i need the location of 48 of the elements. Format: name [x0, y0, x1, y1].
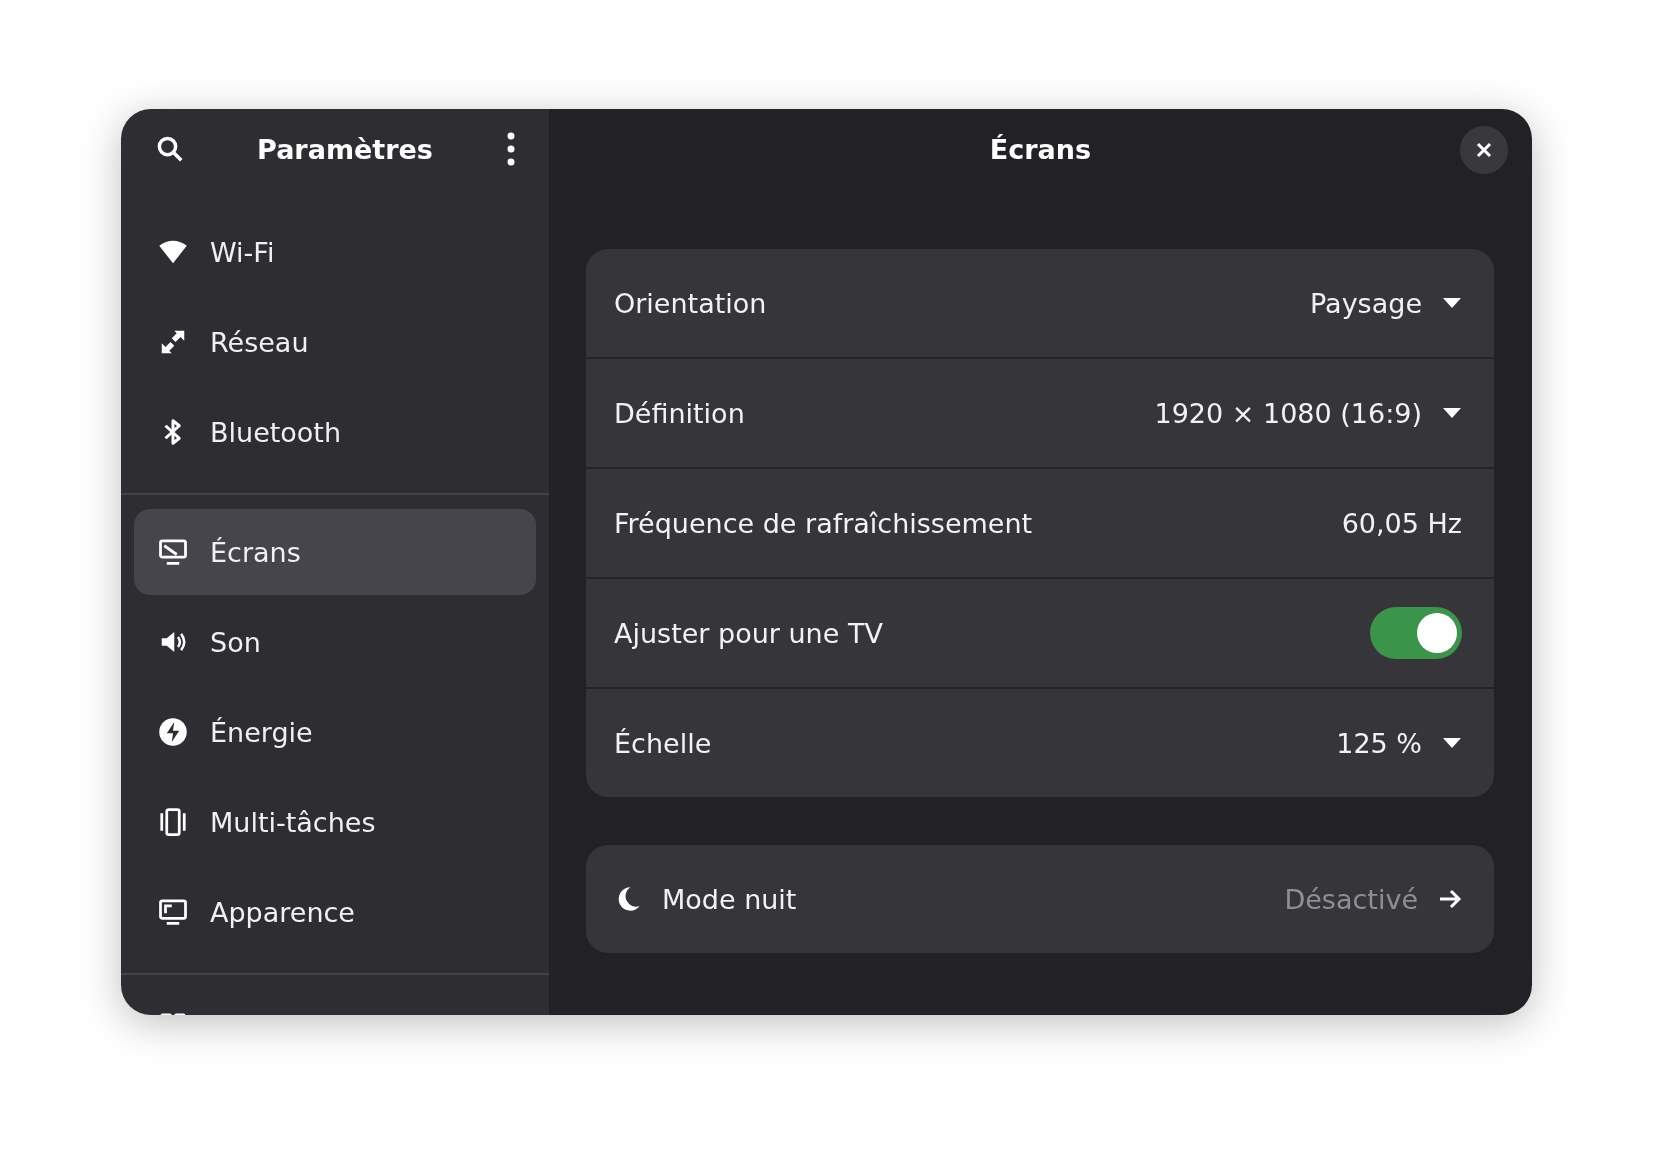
- caret-icon: [1442, 297, 1462, 309]
- sidebar-item[interactable]: Écrans: [134, 509, 536, 595]
- sidebar-item-label: Bluetooth: [210, 416, 342, 448]
- sidebar-item-label: Multi-tâches: [210, 806, 376, 838]
- monitor-icon: [158, 897, 188, 927]
- sidebar-item[interactable]: Wi-Fi: [134, 209, 536, 295]
- window-stack-icon: [158, 807, 188, 837]
- lightning-icon: [158, 717, 188, 747]
- settings-row[interactable]: Définition 1920 × 1080 (16:9): [586, 357, 1494, 467]
- caret-icon: [1442, 737, 1462, 749]
- settings-row[interactable]: Fréquence de rafraîchissement 60,05 Hz: [586, 467, 1494, 577]
- sidebar-item-label: Énergie: [210, 716, 313, 748]
- menu-icon: [505, 132, 517, 166]
- row-value: Paysage: [1310, 287, 1422, 319]
- sidebar-item-label: Écrans: [210, 536, 301, 568]
- row-value: 60,05 Hz: [1341, 507, 1462, 539]
- sidebar-item[interactable]: Énergie: [134, 689, 536, 775]
- settings-row[interactable]: Orientation Paysage: [586, 249, 1494, 357]
- close-icon: [1476, 142, 1492, 158]
- display-icon: [158, 537, 188, 567]
- row-label: Mode nuit: [662, 883, 798, 915]
- sidebar-item-label: Apparence: [210, 896, 355, 928]
- sidebar-item-label: Réseau: [210, 326, 309, 358]
- row-label: Orientation: [614, 287, 768, 319]
- row-value: 1920 × 1080 (16:9): [1154, 397, 1422, 429]
- settings-row[interactable]: Mode nuit Désactivé: [586, 845, 1494, 953]
- row-label: Ajuster pour une TV: [614, 617, 884, 649]
- row-label: Définition: [614, 397, 746, 429]
- settings-row[interactable]: Échelle 125 %: [586, 687, 1494, 797]
- toggle-switch[interactable]: [1370, 607, 1462, 659]
- page-title: Écrans: [989, 133, 1092, 165]
- close-button[interactable]: [1460, 126, 1508, 174]
- sidebar-item[interactable]: Multi-tâches: [134, 779, 536, 865]
- row-label: Fréquence de rafraîchissement: [614, 507, 1034, 539]
- sidebar-item-label: Son: [210, 626, 261, 658]
- sidebar-item[interactable]: Bluetooth: [134, 389, 536, 475]
- sidebar-item-label: Wi-Fi: [210, 236, 275, 268]
- row-label: Échelle: [614, 727, 713, 759]
- settings-row[interactable]: Ajuster pour une TV: [586, 577, 1494, 687]
- search-icon: [155, 134, 185, 164]
- sidebar-item[interactable]: Réseau: [134, 299, 536, 385]
- sidebar-item[interactable]: Apparence: [134, 869, 536, 955]
- sidebar-title: Paramètres: [257, 133, 433, 165]
- arrow-icon: [1438, 887, 1462, 911]
- sidebar-item[interactable]: Son: [134, 599, 536, 685]
- caret-icon: [1442, 407, 1462, 419]
- row-value: Désactivé: [1284, 883, 1418, 915]
- row-value: 125 %: [1336, 727, 1422, 759]
